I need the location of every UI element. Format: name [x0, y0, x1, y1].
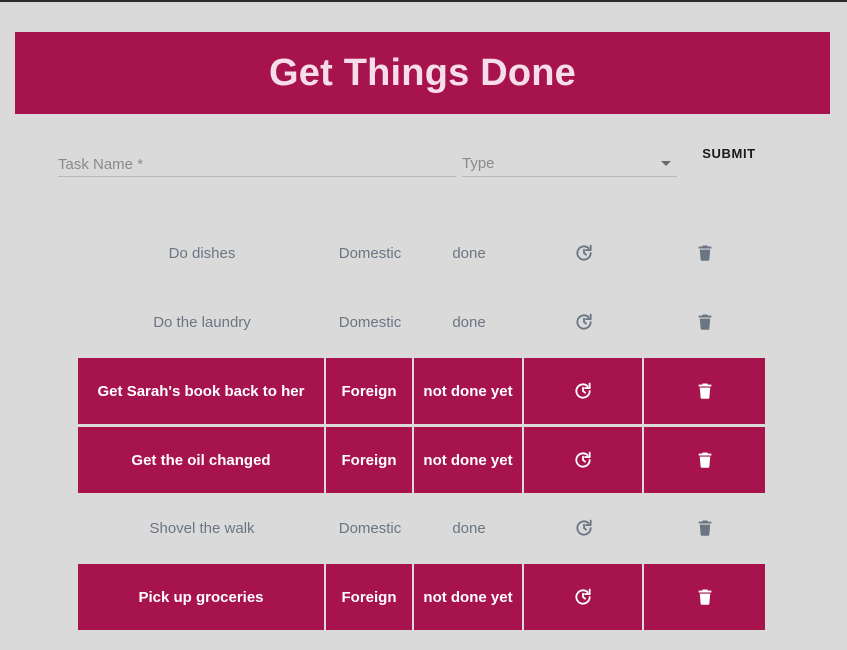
task-status: done — [452, 244, 486, 262]
refresh-icon — [573, 242, 595, 264]
trash-icon — [694, 380, 716, 402]
refresh-icon — [573, 311, 595, 333]
type-select[interactable]: Type — [462, 150, 677, 177]
toggle-status-button[interactable] — [524, 427, 644, 493]
type-label: Type — [462, 155, 495, 172]
task-type: Domestic — [338, 244, 402, 262]
dropdown-arrow-icon — [661, 161, 671, 166]
delete-task-button[interactable] — [644, 358, 765, 424]
window-top-border — [0, 0, 847, 2]
task-type: Domestic — [338, 313, 402, 331]
app-header: Get Things Done — [15, 32, 830, 114]
refresh-icon — [572, 586, 594, 608]
trash-icon — [694, 586, 716, 608]
delete-task-button[interactable] — [644, 564, 765, 630]
task-row: Get Sarah's book back to her Foreign not… — [78, 358, 768, 424]
delete-task-button[interactable] — [644, 220, 765, 286]
task-name-label: Task Name * — [58, 156, 144, 173]
toggle-status-button[interactable] — [524, 564, 644, 630]
task-status: not done yet — [414, 427, 524, 493]
task-name: Shovel the walk — [149, 519, 255, 537]
submit-button[interactable]: SUBMIT — [700, 142, 758, 164]
task-row: Do the laundry Domestic done — [78, 289, 768, 355]
task-name-field[interactable]: Task Name * — [58, 150, 456, 177]
task-status: not done yet — [414, 564, 524, 630]
task-type: Foreign — [326, 427, 414, 493]
delete-task-button[interactable] — [644, 495, 765, 561]
task-row: Do dishes Domestic done — [78, 220, 768, 286]
task-name: Do dishes — [168, 244, 236, 262]
task-status: done — [452, 313, 486, 331]
task-name: Get Sarah's book back to her — [78, 358, 326, 424]
page-title: Get Things Done — [269, 51, 576, 94]
delete-task-button[interactable] — [644, 289, 765, 355]
task-name: Get the oil changed — [78, 427, 326, 493]
task-row: Get the oil changed Foreign not done yet — [78, 427, 768, 493]
task-row: Shovel the walk Domestic done — [78, 495, 768, 561]
toggle-status-button[interactable] — [524, 495, 644, 561]
task-status: done — [452, 519, 486, 537]
toggle-status-button[interactable] — [524, 358, 644, 424]
toggle-status-button[interactable] — [524, 289, 644, 355]
task-name: Pick up groceries — [78, 564, 326, 630]
refresh-icon — [572, 449, 594, 471]
trash-icon — [694, 242, 716, 264]
task-type: Foreign — [326, 358, 414, 424]
trash-icon — [694, 517, 716, 539]
task-row: Pick up groceries Foreign not done yet — [78, 564, 768, 630]
refresh-icon — [573, 517, 595, 539]
trash-icon — [694, 449, 716, 471]
delete-task-button[interactable] — [644, 427, 765, 493]
task-type: Foreign — [326, 564, 414, 630]
task-name: Do the laundry — [153, 313, 251, 331]
refresh-icon — [572, 380, 594, 402]
task-status: not done yet — [414, 358, 524, 424]
trash-icon — [694, 311, 716, 333]
task-type: Domestic — [338, 519, 402, 537]
toggle-status-button[interactable] — [524, 220, 644, 286]
